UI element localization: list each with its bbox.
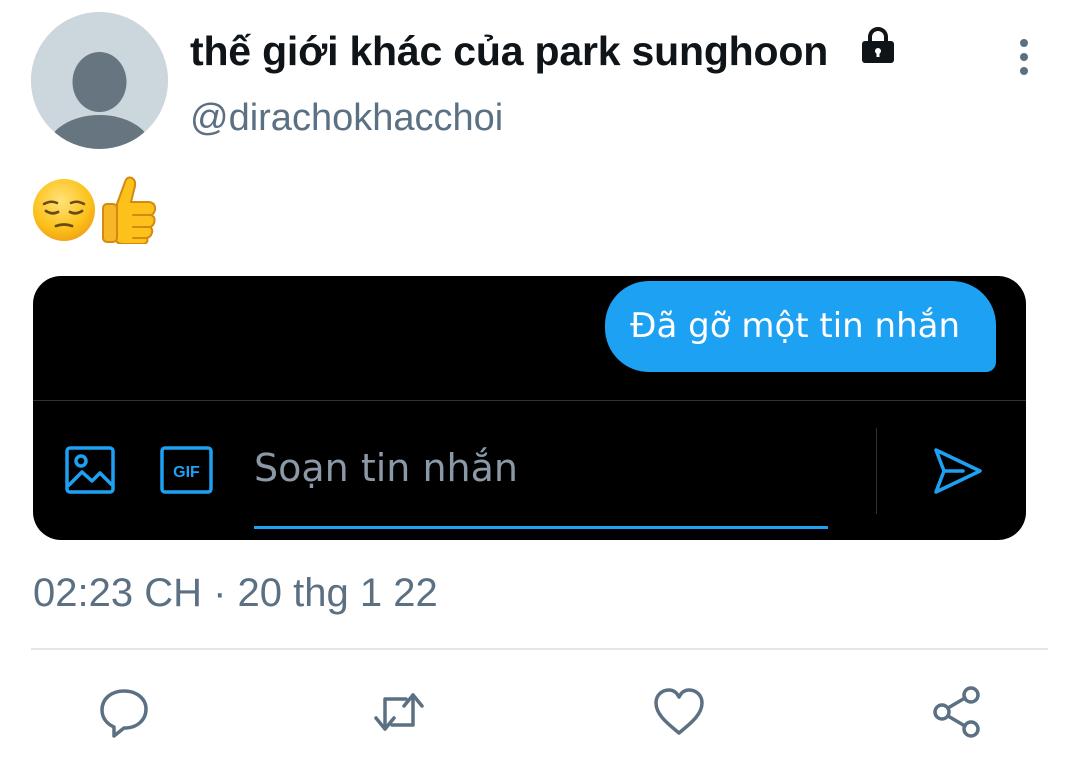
dm-screenshot-card[interactable]: Đã gỡ một tin nhắn GIF Soạn tin nhắn [33, 276, 1026, 540]
reply-icon [100, 689, 148, 738]
divider [31, 648, 1048, 650]
heart-icon [654, 688, 704, 735]
retweet-button[interactable] [372, 685, 426, 739]
like-button[interactable] [652, 685, 706, 739]
share-icon [933, 686, 980, 738]
retweet-icon [374, 693, 424, 731]
message-bubble: Đã gỡ một tin nhắn [605, 281, 996, 372]
user-handle[interactable]: @dirachokhacchoi [190, 97, 503, 140]
separator [876, 428, 877, 514]
default-avatar-icon [31, 12, 168, 149]
tweet-body [31, 174, 159, 244]
avatar[interactable] [31, 12, 168, 149]
more-vertical-icon[interactable] [1009, 36, 1039, 78]
divider [33, 400, 1026, 401]
thumbs-up-icon [102, 176, 157, 244]
reply-button[interactable] [97, 685, 151, 739]
send-icon[interactable] [933, 446, 983, 496]
share-button[interactable] [930, 685, 984, 739]
gif-icon[interactable]: GIF [160, 446, 213, 494]
pensive-face-icon [33, 179, 95, 241]
gif-label: GIF [173, 464, 200, 481]
display-name[interactable]: thế giới khác của park sunghoon [190, 28, 828, 75]
input-underline [254, 526, 828, 529]
compose-message-input[interactable]: Soạn tin nhắn [254, 441, 828, 495]
tweet-timestamp[interactable]: 02:23 CH · 20 thg 1 22 [33, 571, 438, 616]
image-icon[interactable] [65, 446, 115, 494]
lock-icon [862, 27, 894, 63]
